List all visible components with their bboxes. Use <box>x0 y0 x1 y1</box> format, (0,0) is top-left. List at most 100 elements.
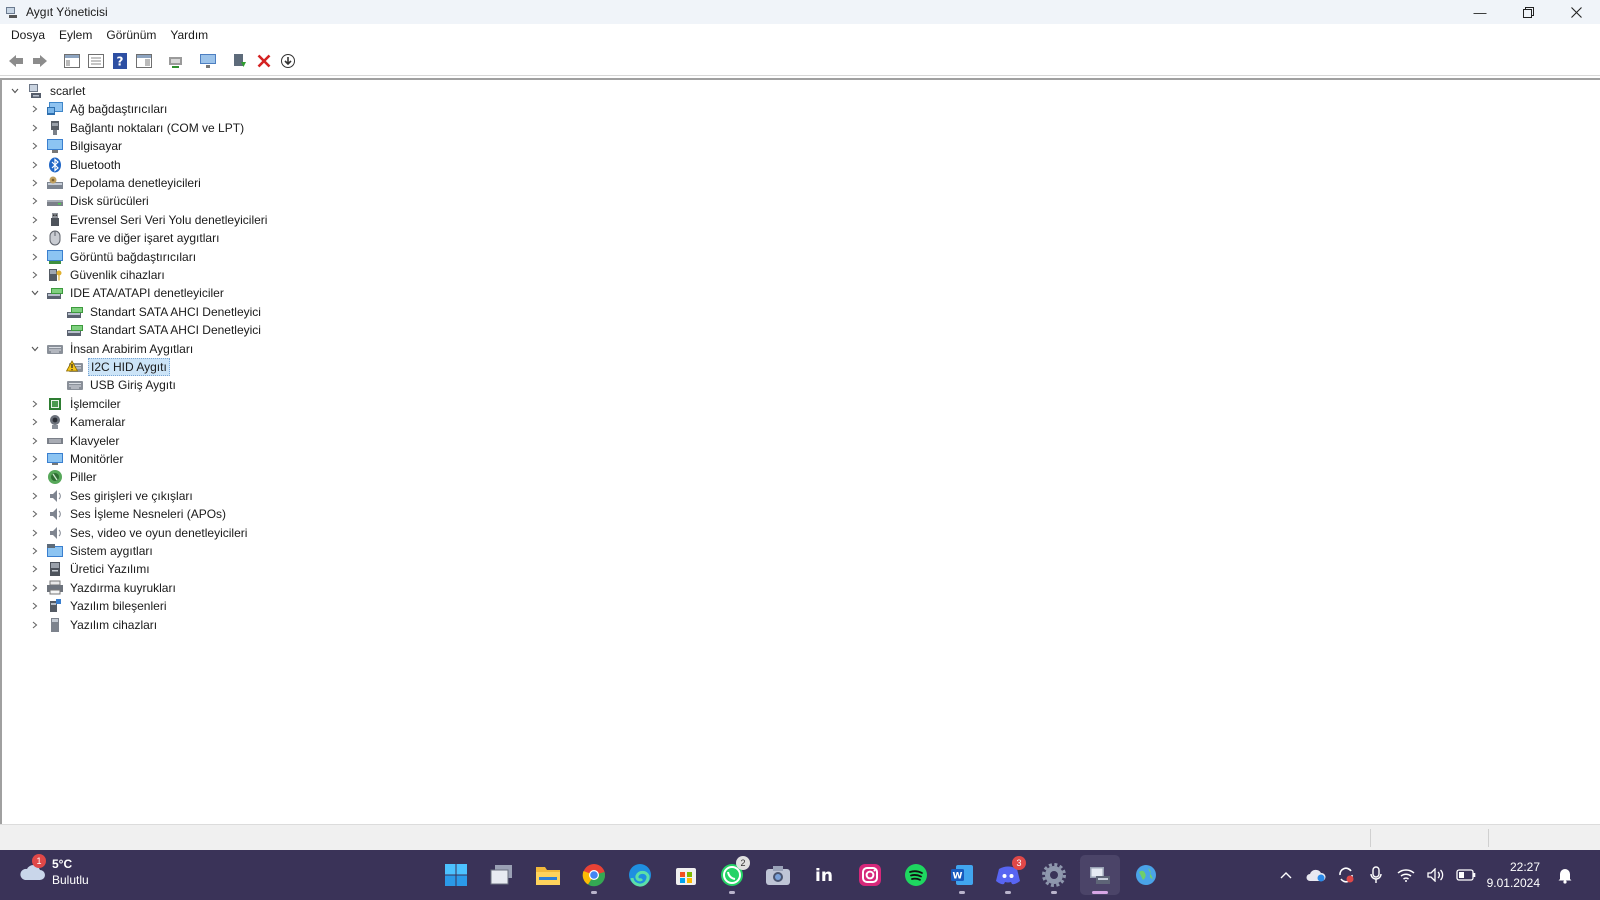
tree-category[interactable]: Yazılım cihazları <box>28 616 159 634</box>
tree-category[interactable]: İnsan Arabirim Aygıtları <box>28 340 195 358</box>
tree-category[interactable]: Piller <box>28 468 99 486</box>
device-tree[interactable]: scarlet Ağ bağdaştırıcıları Bağlantı nokta… <box>0 78 1600 824</box>
tree-device[interactable]: I2C HID Aygıtı <box>48 358 170 376</box>
forward-button[interactable] <box>28 49 52 73</box>
chevron-right-icon[interactable] <box>28 121 42 135</box>
tree-category[interactable]: Güvenlik cihazları <box>28 266 167 284</box>
chevron-right-icon[interactable] <box>28 452 42 466</box>
tree-category[interactable]: Bağlantı noktaları (COM ve LPT) <box>28 119 246 137</box>
chevron-right-icon[interactable] <box>28 581 42 595</box>
chevron-down-icon[interactable] <box>28 342 42 356</box>
update-driver-button[interactable] <box>164 49 188 73</box>
tree-category[interactable]: Klavyeler <box>28 432 121 450</box>
download-button[interactable] <box>276 49 300 73</box>
menu-yardim[interactable]: Yardım <box>163 24 215 46</box>
taskbar-edge[interactable] <box>620 855 660 895</box>
tree-category[interactable]: Yazdırma kuyrukları <box>28 579 178 597</box>
wifi-tray[interactable] <box>1391 860 1421 890</box>
chevron-right-icon[interactable] <box>28 139 42 153</box>
taskbar-word[interactable]: W <box>942 855 982 895</box>
weather-widget[interactable]: 1 5°C Bulutlu <box>18 854 89 888</box>
taskbar-whatsapp[interactable]: 2 <box>712 855 752 895</box>
chevron-right-icon[interactable] <box>28 470 42 484</box>
tree-category[interactable]: Kameralar <box>28 413 127 431</box>
tree-device[interactable]: Standart SATA AHCI Denetleyici <box>48 321 263 339</box>
tree-category[interactable]: Depolama denetleyicileri <box>28 174 203 192</box>
tree-category[interactable]: Yazılım bileşenleri <box>28 597 168 615</box>
chevron-right-icon[interactable] <box>28 415 42 429</box>
tree-category[interactable]: Ses girişleri ve çıkışları <box>28 487 195 505</box>
chevron-right-icon[interactable] <box>28 250 42 264</box>
action-pane-button[interactable] <box>132 49 156 73</box>
chevron-down-icon[interactable] <box>28 286 42 300</box>
chevron-right-icon[interactable] <box>28 562 42 576</box>
taskbar-linkedin[interactable]: in <box>804 855 844 895</box>
tree-device[interactable]: Standart SATA AHCI Denetleyici <box>48 303 263 321</box>
chevron-down-icon[interactable] <box>8 84 22 98</box>
enable-device-button[interactable] <box>228 49 252 73</box>
tree-category[interactable]: Disk sürücüleri <box>28 192 151 210</box>
chevron-right-icon[interactable] <box>28 158 42 172</box>
chevron-right-icon[interactable] <box>28 231 42 245</box>
properties-button[interactable] <box>84 49 108 73</box>
taskbar-chrome[interactable] <box>574 855 614 895</box>
tree-category[interactable]: Monitörler <box>28 450 125 468</box>
scan-hardware-button[interactable] <box>196 49 220 73</box>
tree-category[interactable]: Fare ve diğer işaret aygıtları <box>28 229 221 247</box>
uninstall-button[interactable] <box>252 49 276 73</box>
notification-button[interactable] <box>1550 860 1580 890</box>
taskbar-discord[interactable]: 3 <box>988 855 1028 895</box>
chevron-right-icon[interactable] <box>28 268 42 282</box>
taskbar-settings[interactable] <box>1034 855 1074 895</box>
tree-device[interactable]: USB Giriş Aygıtı <box>48 376 178 394</box>
tree-category[interactable]: Üretici Yazılımı <box>28 560 152 578</box>
minimize-button[interactable]: — <box>1456 0 1504 24</box>
chevron-right-icon[interactable] <box>28 544 42 558</box>
show-hide-tree-button[interactable] <box>60 49 84 73</box>
chevron-right-icon[interactable] <box>28 194 42 208</box>
menu-eylem[interactable]: Eylem <box>52 24 99 46</box>
taskbar-task-view[interactable] <box>482 855 522 895</box>
taskbar-clock[interactable]: 22:27 9.01.2024 <box>1487 859 1540 891</box>
tree-category[interactable]: IDE ATA/ATAPI denetleyiciler <box>28 284 226 302</box>
tree-category[interactable]: Evrensel Seri Veri Yolu denetleyicileri <box>28 211 269 229</box>
volume-tray[interactable] <box>1421 860 1451 890</box>
battery-tray[interactable] <box>1451 860 1481 890</box>
menu-gorunum[interactable]: Görünüm <box>99 24 163 46</box>
tree-category[interactable]: Ses, video ve oyun denetleyicileri <box>28 524 249 542</box>
taskbar-spotify[interactable] <box>896 855 936 895</box>
chevron-right-icon[interactable] <box>28 507 42 521</box>
menu-dosya[interactable]: Dosya <box>4 24 52 46</box>
chevron-right-icon[interactable] <box>28 489 42 503</box>
taskbar-camera[interactable] <box>758 855 798 895</box>
taskbar-device-manager[interactable] <box>1080 855 1120 895</box>
chevron-right-icon[interactable] <box>28 102 42 116</box>
back-button[interactable] <box>4 49 28 73</box>
microphone-tray[interactable] <box>1361 860 1391 890</box>
tree-category[interactable]: Bluetooth <box>28 156 123 174</box>
show-hidden-icons-button[interactable] <box>1271 860 1301 890</box>
taskbar-globe-app[interactable] <box>1126 855 1166 895</box>
close-button[interactable] <box>1552 0 1600 24</box>
taskbar-file-explorer[interactable] <box>528 855 568 895</box>
chevron-right-icon[interactable] <box>28 213 42 227</box>
tree-category[interactable]: Bilgisayar <box>28 137 124 155</box>
taskbar-instagram[interactable] <box>850 855 890 895</box>
chevron-right-icon[interactable] <box>28 526 42 540</box>
chevron-right-icon[interactable] <box>28 618 42 632</box>
sync-tray[interactable] <box>1331 860 1361 890</box>
chevron-right-icon[interactable] <box>28 397 42 411</box>
chevron-right-icon[interactable] <box>28 434 42 448</box>
taskbar-store[interactable] <box>666 855 706 895</box>
chevron-right-icon[interactable] <box>28 176 42 190</box>
tree-category[interactable]: Görüntü bağdaştırıcıları <box>28 248 198 266</box>
chevron-right-icon[interactable] <box>28 599 42 613</box>
help-button[interactable]: ? <box>108 49 132 73</box>
tree-category[interactable]: İşlemciler <box>28 395 123 413</box>
tree-category[interactable]: Sistem aygıtları <box>28 542 155 560</box>
tree-category[interactable]: Ağ bağdaştırıcıları <box>28 100 169 118</box>
restore-button[interactable] <box>1504 0 1552 24</box>
tree-category[interactable]: Ses İşleme Nesneleri (APOs) <box>28 505 228 523</box>
tree-root-scarlet[interactable]: scarlet <box>8 82 87 100</box>
onedrive-tray[interactable] <box>1301 860 1331 890</box>
